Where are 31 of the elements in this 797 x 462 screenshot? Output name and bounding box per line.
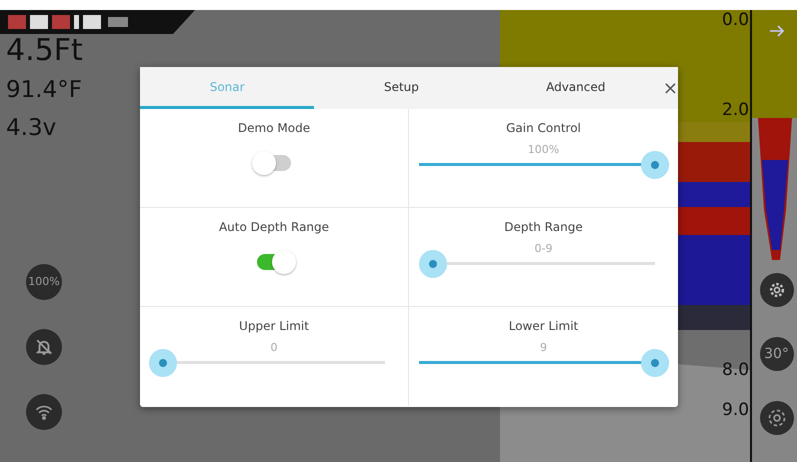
wifi-icon bbox=[35, 404, 53, 420]
wifi-button[interactable] bbox=[26, 394, 62, 430]
arrow-right-icon[interactable] bbox=[768, 24, 784, 38]
slider-thumb[interactable] bbox=[418, 250, 446, 278]
tab[interactable]: Setup bbox=[314, 67, 489, 109]
depth-label: 9.0 bbox=[722, 400, 750, 420]
bell-off-icon bbox=[35, 338, 53, 356]
depth-label: 0.0 bbox=[722, 10, 750, 30]
slider-thumb[interactable] bbox=[640, 151, 668, 179]
setting-label: Lower Limit bbox=[508, 318, 578, 335]
voltage-reading: 4.3v bbox=[6, 114, 58, 143]
temperature-reading: 91.4°F bbox=[6, 76, 83, 105]
lifebuoy-icon bbox=[766, 408, 786, 428]
zoom-button[interactable]: 100% bbox=[26, 264, 62, 300]
depth-label: 8.0 bbox=[722, 360, 750, 380]
slider-thumb[interactable] bbox=[149, 349, 177, 377]
close-button[interactable]: × bbox=[662, 67, 678, 109]
slider-value: 9 bbox=[540, 341, 547, 355]
depth-reading: 4.5Ft bbox=[6, 34, 84, 68]
slider-value: 100% bbox=[528, 143, 560, 157]
mute-button[interactable] bbox=[26, 329, 62, 365]
setting-label: Auto Depth Range bbox=[218, 219, 330, 236]
tab[interactable]: Advanced bbox=[488, 67, 663, 109]
slider-value: 0 bbox=[270, 341, 278, 355]
setting-label: Gain Control bbox=[506, 120, 581, 137]
slider-thumb[interactable] bbox=[640, 349, 668, 377]
slider-value: 0-9 bbox=[534, 242, 552, 256]
setting-label: Upper Limit bbox=[239, 318, 309, 335]
setting-label: Depth Range bbox=[504, 219, 583, 236]
depth-label: 2.0 bbox=[722, 100, 750, 120]
setting-label: Demo Mode bbox=[238, 120, 310, 137]
